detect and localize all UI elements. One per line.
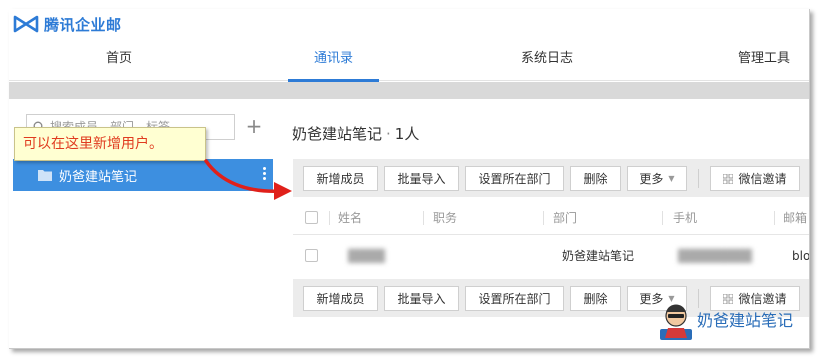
- folder-icon: [38, 170, 52, 181]
- column-divider: [774, 211, 775, 225]
- divider-band: [9, 82, 809, 99]
- grid-icon: [723, 173, 734, 184]
- column-header-email[interactable]: 邮箱: [783, 201, 807, 235]
- column-divider: [662, 211, 663, 225]
- column-header-name[interactable]: 姓名: [338, 201, 362, 235]
- page-title: 奶爸建站笔记 · 1人: [292, 123, 419, 144]
- annotation-callout: 可以在这里新增用户。: [14, 127, 206, 161]
- watermark: 奶爸建站笔记: [657, 296, 793, 341]
- column-header-dept[interactable]: 部门: [553, 201, 577, 235]
- select-all-checkbox[interactable]: [305, 211, 318, 224]
- delete-button[interactable]: 删除: [570, 166, 621, 191]
- tab-admin-tools[interactable]: 管理工具: [724, 39, 804, 81]
- top-bar: 腾讯企业邮: [9, 9, 809, 39]
- caret-down-icon: ▼: [668, 174, 675, 183]
- toolbar-top: 新增成员 批量导入 设置所在部门 删除 更多 ▼ 微信邀请: [293, 159, 809, 197]
- column-divider: [423, 211, 424, 225]
- add-member-button[interactable]: 新增成员: [303, 166, 378, 191]
- tab-system-log[interactable]: 系统日志: [507, 39, 587, 81]
- column-header-phone[interactable]: 手机: [673, 201, 697, 235]
- bulk-import-button-bottom[interactable]: 批量导入: [384, 286, 459, 311]
- tencent-exmail-logo-icon: [13, 15, 39, 33]
- title-separator: ·: [386, 125, 391, 143]
- member-phone-redacted: ████████: [678, 249, 752, 263]
- tab-home[interactable]: 首页: [94, 39, 144, 81]
- member-count: 1人: [394, 125, 420, 143]
- app-title: 腾讯企业邮: [44, 15, 122, 34]
- toolbar-divider: [698, 169, 699, 188]
- table-row[interactable]: ████ 奶爸建站笔记 ████████ blogc: [293, 236, 810, 276]
- wechat-invite-button[interactable]: 微信邀请: [710, 166, 800, 191]
- delete-button-bottom[interactable]: 删除: [570, 286, 621, 311]
- tab-contacts[interactable]: 通讯录: [288, 39, 379, 82]
- member-email: blogc: [792, 249, 810, 263]
- bulk-import-button[interactable]: 批量导入: [384, 166, 459, 191]
- table-header: 姓名 职务 部门 手机 邮箱: [293, 201, 809, 235]
- more-label: 更多: [639, 172, 664, 186]
- column-divider: [543, 211, 544, 225]
- more-button[interactable]: 更多 ▼: [627, 166, 687, 191]
- main-nav: 首页 通讯录 系统日志 管理工具: [9, 39, 809, 82]
- column-header-title[interactable]: 职务: [433, 201, 457, 235]
- dept-name: 奶爸建站笔记: [292, 125, 383, 143]
- row-checkbox[interactable]: [305, 249, 318, 262]
- member-name-redacted: ████: [348, 249, 385, 263]
- member-dept: 奶爸建站笔记: [562, 249, 635, 263]
- dept-label: 奶爸建站笔记: [59, 169, 138, 185]
- column-divider: [329, 211, 330, 225]
- add-member-button-bottom[interactable]: 新增成员: [303, 286, 378, 311]
- set-dept-button[interactable]: 设置所在部门: [465, 166, 564, 191]
- set-dept-button-bottom[interactable]: 设置所在部门: [465, 286, 564, 311]
- wechat-invite-label: 微信邀请: [738, 172, 787, 186]
- watermark-text: 奶爸建站笔记: [697, 310, 794, 330]
- plus-icon[interactable]: +: [245, 113, 263, 139]
- avatar-icon: [660, 304, 692, 340]
- annotation-arrow-icon: [204, 159, 292, 200]
- app-logo[interactable]: 腾讯企业邮: [13, 12, 122, 36]
